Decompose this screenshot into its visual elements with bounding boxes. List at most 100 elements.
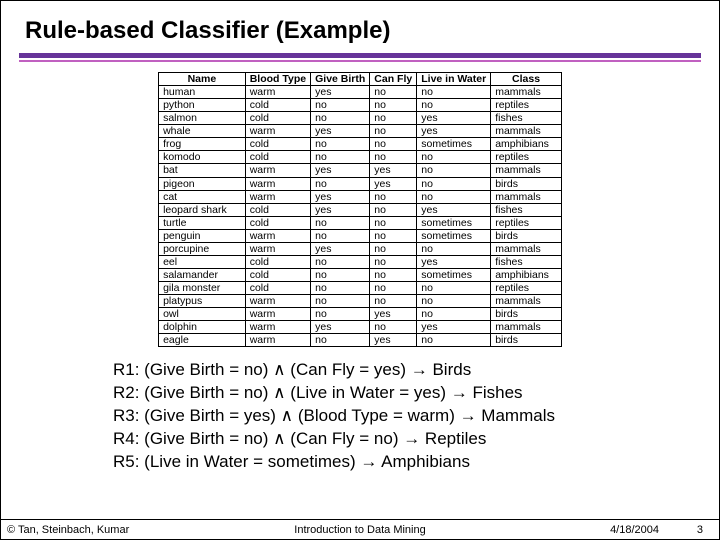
table-cell: no <box>311 268 370 281</box>
table-cell: yes <box>311 125 370 138</box>
table-cell: mammals <box>491 321 562 334</box>
table-row: platypuswarmnononomammals <box>159 295 562 308</box>
table-cell: no <box>370 138 417 151</box>
table-row: komodocoldnononoreptiles <box>159 151 562 164</box>
table-cell: no <box>417 282 491 295</box>
table-cell: no <box>311 177 370 190</box>
table-cell: porcupine <box>159 242 246 255</box>
data-table: Name Blood Type Give Birth Can Fly Live … <box>158 72 562 347</box>
rule-line: R1: (Give Birth = no) ∧ (Can Fly = yes) … <box>113 359 719 382</box>
table-cell: bat <box>159 164 246 177</box>
table-cell: no <box>417 242 491 255</box>
table-cell: sometimes <box>417 229 491 242</box>
table-cell: cold <box>245 99 310 112</box>
table-cell: mammals <box>491 190 562 203</box>
table-cell: no <box>417 295 491 308</box>
col-water: Live in Water <box>417 73 491 86</box>
table-row: penguinwarmnonosometimesbirds <box>159 229 562 242</box>
table-cell: reptiles <box>491 216 562 229</box>
table-cell: cold <box>245 151 310 164</box>
table-cell: no <box>311 282 370 295</box>
table-cell: no <box>370 321 417 334</box>
footer-page: 3 <box>697 524 703 536</box>
table-row: frogcoldnonosometimesamphibians <box>159 138 562 151</box>
table-cell: eagle <box>159 334 246 347</box>
table-cell: sometimes <box>417 216 491 229</box>
table-cell: no <box>417 177 491 190</box>
table-cell: no <box>370 203 417 216</box>
table-cell: yes <box>370 308 417 321</box>
table-cell: yes <box>417 255 491 268</box>
table-wrap: Name Blood Type Give Birth Can Fly Live … <box>1 72 719 347</box>
table-cell: no <box>311 295 370 308</box>
table-cell: no <box>370 268 417 281</box>
table-head: Name Blood Type Give Birth Can Fly Live … <box>159 73 562 86</box>
table-cell: warm <box>245 177 310 190</box>
table-cell: no <box>370 151 417 164</box>
rules-block: R1: (Give Birth = no) ∧ (Can Fly = yes) … <box>113 359 719 474</box>
table-row: dolphinwarmyesnoyesmammals <box>159 321 562 334</box>
hr-thick <box>19 53 701 58</box>
footer: © Tan, Steinbach, Kumar Introduction to … <box>1 519 719 539</box>
table-cell: no <box>417 190 491 203</box>
footer-date: 4/18/2004 <box>610 524 659 536</box>
table-cell: fishes <box>491 112 562 125</box>
table-cell: no <box>311 151 370 164</box>
table-cell: python <box>159 99 246 112</box>
table-cell: no <box>370 216 417 229</box>
table-cell: yes <box>311 86 370 99</box>
table-cell: amphibians <box>491 138 562 151</box>
table-cell: pigeon <box>159 177 246 190</box>
table-cell: turtle <box>159 216 246 229</box>
table-cell: no <box>417 164 491 177</box>
table-row: porcupinewarmyesnonomammals <box>159 242 562 255</box>
col-fly: Can Fly <box>370 73 417 86</box>
table-cell: warm <box>245 229 310 242</box>
table-cell: no <box>370 99 417 112</box>
table-cell: leopard shark <box>159 203 246 216</box>
table-cell: mammals <box>491 295 562 308</box>
table-cell: dolphin <box>159 321 246 334</box>
title-underline <box>19 53 701 62</box>
table-cell: warm <box>245 295 310 308</box>
slide-title: Rule-based Classifier (Example) <box>1 1 719 53</box>
table-row: turtlecoldnonosometimesreptiles <box>159 216 562 229</box>
table-cell: warm <box>245 321 310 334</box>
table-cell: no <box>311 99 370 112</box>
table-row: batwarmyesyesnomammals <box>159 164 562 177</box>
col-blood: Blood Type <box>245 73 310 86</box>
table-cell: platypus <box>159 295 246 308</box>
table-cell: yes <box>311 203 370 216</box>
table-cell: warm <box>245 242 310 255</box>
table-row: pythoncoldnononoreptiles <box>159 99 562 112</box>
table-cell: no <box>311 138 370 151</box>
col-class: Class <box>491 73 562 86</box>
table-cell: cold <box>245 255 310 268</box>
table-cell: reptiles <box>491 99 562 112</box>
table-header-row: Name Blood Type Give Birth Can Fly Live … <box>159 73 562 86</box>
table-cell: mammals <box>491 86 562 99</box>
table-cell: warm <box>245 308 310 321</box>
table-cell: no <box>370 295 417 308</box>
table-cell: reptiles <box>491 282 562 295</box>
table-cell: no <box>311 255 370 268</box>
table-cell: no <box>311 308 370 321</box>
table-cell: frog <box>159 138 246 151</box>
table-cell: birds <box>491 177 562 190</box>
table-cell: no <box>370 190 417 203</box>
table-cell: cold <box>245 112 310 125</box>
table-row: leopard sharkcoldyesnoyesfishes <box>159 203 562 216</box>
table-cell: no <box>417 86 491 99</box>
table-cell: no <box>311 216 370 229</box>
table-cell: no <box>311 229 370 242</box>
table-cell: warm <box>245 125 310 138</box>
table-cell: yes <box>370 177 417 190</box>
table-cell: yes <box>370 164 417 177</box>
table-cell: reptiles <box>491 151 562 164</box>
table-cell: no <box>311 112 370 125</box>
table-cell: cold <box>245 216 310 229</box>
table-cell: warm <box>245 190 310 203</box>
table-row: whalewarmyesnoyesmammals <box>159 125 562 138</box>
rule-line: R5: (Live in Water = sometimes) → Amphib… <box>113 451 719 474</box>
table-cell: owl <box>159 308 246 321</box>
